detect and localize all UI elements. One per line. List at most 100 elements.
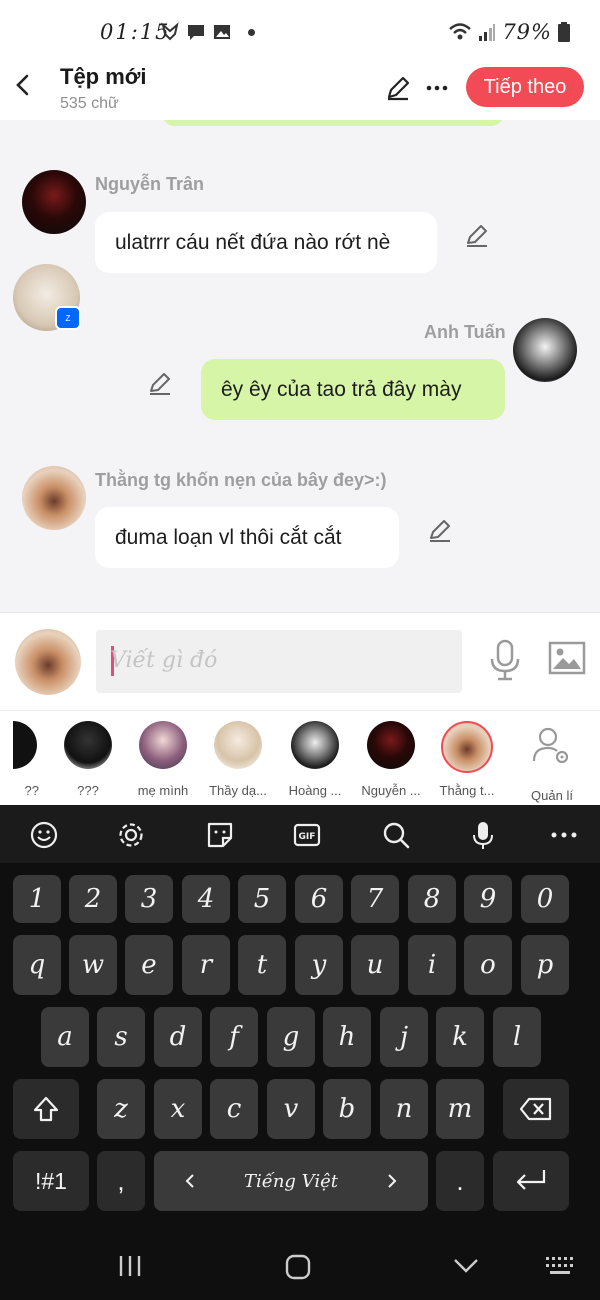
key-2[interactable]: 2 bbox=[69, 875, 117, 923]
chat-area[interactable]: Nguyễn Trân ulatrrr cáu nết đứa nào rớt … bbox=[0, 120, 600, 612]
message-bubble[interactable]: đuma loạn vl thôi cắt cắt bbox=[95, 507, 399, 568]
character-name: Thằng t... bbox=[439, 783, 495, 798]
key-b[interactable]: b bbox=[323, 1079, 371, 1139]
key-r[interactable]: r bbox=[182, 935, 230, 995]
key-x[interactable]: x bbox=[154, 1079, 202, 1139]
enter-arrow-icon bbox=[516, 1170, 546, 1190]
shift-key[interactable] bbox=[13, 1079, 79, 1139]
key-z[interactable]: z bbox=[97, 1079, 145, 1139]
edit-pencil-icon[interactable] bbox=[384, 74, 412, 102]
message-bubble-mine[interactable]: êy êy của tao trả đây mày bbox=[201, 359, 505, 420]
search-icon[interactable] bbox=[381, 820, 411, 850]
backspace-key[interactable] bbox=[503, 1079, 569, 1139]
sender-name: Anh Tuấn bbox=[424, 322, 506, 342]
settings-gear-icon[interactable] bbox=[116, 820, 146, 850]
comma-key[interactable]: , bbox=[97, 1151, 145, 1211]
edit-message-icon[interactable] bbox=[147, 370, 173, 396]
character-avatar bbox=[214, 721, 262, 769]
key-7[interactable]: 7 bbox=[351, 875, 399, 923]
edit-message-icon[interactable] bbox=[464, 222, 490, 248]
gif-icon[interactable]: GIF bbox=[292, 820, 322, 850]
avatar-nguyen-tran[interactable] bbox=[22, 170, 86, 234]
character-name: Nguyễn ... bbox=[361, 783, 421, 798]
image-icon[interactable] bbox=[548, 641, 586, 675]
key-e[interactable]: e bbox=[125, 935, 173, 995]
shield-icon bbox=[161, 22, 179, 41]
back-arrow-icon[interactable] bbox=[10, 72, 36, 98]
key-l[interactable]: l bbox=[493, 1007, 541, 1067]
word-count: 535 chữ bbox=[60, 95, 119, 112]
sticker-icon[interactable] bbox=[205, 820, 235, 850]
edit-message-icon[interactable] bbox=[427, 517, 453, 543]
character-item[interactable]: ?? bbox=[0, 721, 51, 798]
key-1[interactable]: 1 bbox=[13, 875, 61, 923]
more-options-icon[interactable] bbox=[425, 74, 449, 102]
backspace-icon bbox=[519, 1097, 552, 1121]
key-g[interactable]: g bbox=[267, 1007, 315, 1067]
key-y[interactable]: y bbox=[295, 935, 343, 995]
voice-input-icon[interactable] bbox=[468, 820, 498, 850]
key-s[interactable]: s bbox=[97, 1007, 145, 1067]
more-options-icon[interactable] bbox=[549, 820, 579, 850]
key-0[interactable]: 0 bbox=[521, 875, 569, 923]
key-6[interactable]: 6 bbox=[295, 875, 343, 923]
home-icon[interactable] bbox=[284, 1254, 312, 1280]
key-o[interactable]: o bbox=[464, 935, 512, 995]
symbols-key[interactable]: !#1 bbox=[13, 1151, 89, 1211]
key-n[interactable]: n bbox=[380, 1079, 428, 1139]
key-5[interactable]: 5 bbox=[238, 875, 286, 923]
key-h[interactable]: h bbox=[323, 1007, 371, 1067]
space-key[interactable]: Tiếng Việt bbox=[154, 1151, 428, 1211]
hide-keyboard-chevron-icon[interactable] bbox=[452, 1257, 480, 1275]
key-w[interactable]: w bbox=[69, 935, 117, 995]
microphone-icon[interactable] bbox=[488, 639, 522, 681]
avatar-anh-tuan[interactable] bbox=[513, 318, 577, 382]
characters-strip: ?? ??? mẹ mình Thầy dạ... Hoàng ... Nguy… bbox=[0, 710, 600, 805]
key-i[interactable]: i bbox=[408, 935, 456, 995]
wifi-icon bbox=[449, 23, 472, 40]
key-3[interactable]: 3 bbox=[125, 875, 173, 923]
character-item-selected[interactable]: Thằng t... bbox=[429, 721, 505, 798]
key-m[interactable]: m bbox=[436, 1079, 484, 1139]
character-name: ??? bbox=[77, 783, 99, 798]
character-item[interactable]: Hoàng ... bbox=[277, 721, 353, 798]
chevron-left-icon bbox=[185, 1174, 194, 1188]
key-a[interactable]: a bbox=[41, 1007, 89, 1067]
keyboard-switch-icon[interactable] bbox=[544, 1254, 576, 1278]
key-f[interactable]: f bbox=[210, 1007, 258, 1067]
key-d[interactable]: d bbox=[154, 1007, 202, 1067]
current-speaker-avatar[interactable] bbox=[15, 629, 81, 695]
message-bubble[interactable]: ulatrrr cáu nết đứa nào rớt nè bbox=[95, 212, 437, 273]
period-key[interactable]: . bbox=[436, 1151, 484, 1211]
character-avatar bbox=[291, 721, 339, 769]
character-avatar bbox=[367, 721, 415, 769]
key-q[interactable]: q bbox=[13, 935, 61, 995]
avatar-thang-tg[interactable] bbox=[22, 466, 86, 530]
emoji-icon[interactable] bbox=[29, 820, 59, 850]
key-9[interactable]: 9 bbox=[464, 875, 512, 923]
key-4[interactable]: 4 bbox=[182, 875, 230, 923]
key-k[interactable]: k bbox=[436, 1007, 484, 1067]
key-j[interactable]: j bbox=[380, 1007, 428, 1067]
battery-icon bbox=[558, 22, 570, 42]
previous-message-bubble[interactable] bbox=[162, 120, 504, 126]
character-name: Hoàng ... bbox=[288, 783, 342, 798]
message-icon bbox=[188, 25, 204, 40]
key-u[interactable]: u bbox=[351, 935, 399, 995]
key-p[interactable]: p bbox=[521, 935, 569, 995]
character-item[interactable]: Thầy dạ... bbox=[200, 721, 276, 798]
character-item[interactable]: ??? bbox=[50, 721, 126, 798]
enter-key[interactable] bbox=[493, 1151, 569, 1211]
manage-characters-button[interactable]: Quản lí bbox=[514, 721, 590, 803]
user-settings-icon bbox=[532, 727, 569, 764]
key-t[interactable]: t bbox=[238, 935, 286, 995]
zalo-badge-icon: Z bbox=[55, 306, 81, 330]
sender-name: Thằng tg khốn nẹn của bây đey>:) bbox=[95, 470, 387, 490]
key-c[interactable]: c bbox=[210, 1079, 258, 1139]
recent-apps-icon[interactable] bbox=[117, 1254, 143, 1278]
key-8[interactable]: 8 bbox=[408, 875, 456, 923]
key-v[interactable]: v bbox=[267, 1079, 315, 1139]
character-item[interactable]: mẹ mình bbox=[125, 721, 201, 798]
next-button[interactable]: Tiếp theo bbox=[466, 67, 584, 107]
character-item[interactable]: Nguyễn ... bbox=[353, 721, 429, 798]
